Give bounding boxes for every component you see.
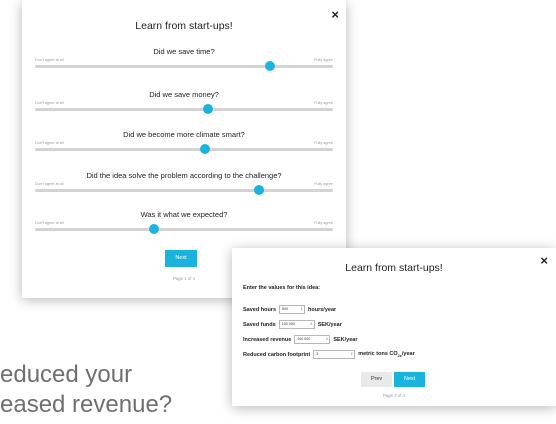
slider-track[interactable] <box>35 224 333 234</box>
slider-thumb[interactable] <box>202 104 213 114</box>
spinner-icon[interactable]: ⇕ <box>310 321 313 328</box>
slider-track[interactable] <box>35 104 333 114</box>
input-value: 100 000 <box>281 322 295 326</box>
saved-hours-input[interactable]: 500 ⇕ <box>279 305 306 314</box>
slider-thumb[interactable] <box>149 224 160 234</box>
question-text: Did the idea solve the problem according… <box>86 171 282 180</box>
scale-left-label: Don't agree at all <box>35 101 64 105</box>
page-indicator: Page 3 of 4 <box>383 393 405 398</box>
question-save-time: Did we save time? Don't agree at all Ful… <box>35 47 333 75</box>
field-label: Saved hours <box>243 306 277 313</box>
scale-left-label: Don't agree at all <box>35 141 64 145</box>
slider-thumb[interactable] <box>265 61 276 71</box>
input-value: 3 <box>316 352 319 356</box>
question-save-money: Did we save money? Don't agree at all Fu… <box>35 90 333 118</box>
background-text: educed your eased revenue? <box>0 360 172 420</box>
next-button[interactable]: Next <box>394 372 425 387</box>
field-unit: metric tons CO2e/year <box>358 351 415 358</box>
scale-right-label: Fully agree <box>314 182 333 186</box>
background-text-line-1: educed your <box>0 361 133 388</box>
values-dialog: × Learn from start-ups! Enter the values… <box>232 248 556 406</box>
carbon-footprint-input[interactable]: 3 ⇕ <box>313 350 356 359</box>
input-value: 200 000 <box>297 337 311 341</box>
scale-right-label: Fully agree <box>314 58 333 62</box>
unit-suffix: /year <box>401 350 415 357</box>
slider-thumb[interactable] <box>199 144 210 154</box>
spinner-icon[interactable]: ⇕ <box>300 306 303 313</box>
field-carbon-footprint: Reduced carbon footprint 3 ⇕ metric tons… <box>243 350 415 359</box>
question-climate-smart: Did we become more climate smart? Don't … <box>35 130 333 158</box>
scale-right-label: Fully agree <box>314 141 333 145</box>
prev-button[interactable]: Prev <box>361 372 392 387</box>
unit-main: metric tons CO <box>358 350 398 357</box>
question-text: Did we become more climate smart? <box>123 130 245 139</box>
field-unit: SEK/year <box>317 321 342 328</box>
scale-right-label: Fully agree <box>314 221 333 225</box>
scale-left-label: Don't agree at all <box>35 58 64 62</box>
question-text: Did we save time? <box>153 47 215 56</box>
increased-revenue-input[interactable]: 200 000 ⇕ <box>294 335 331 344</box>
spinner-icon[interactable]: ⇕ <box>350 351 353 358</box>
saved-funds-input[interactable]: 100 000 ⇕ <box>278 320 315 329</box>
next-button[interactable]: Next <box>165 250 197 267</box>
scale-left-label: Don't agree at all <box>35 221 64 225</box>
field-saved-hours: Saved hours 500 ⇕ hours/year <box>243 305 336 314</box>
slider-thumb[interactable] <box>253 185 264 195</box>
field-label: Reduced carbon footprint <box>243 351 311 358</box>
field-label: Increased revenue <box>243 336 292 343</box>
field-label: Saved funds <box>243 321 276 328</box>
dialog-title: Learn from start-ups! <box>135 20 233 32</box>
slider-track[interactable] <box>35 185 333 195</box>
question-text: Was it what we expected? <box>140 210 228 219</box>
question-text: Did we save money? <box>149 90 219 99</box>
field-unit: SEK/year <box>333 336 358 343</box>
dialog-title: Learn from start-ups! <box>345 262 443 274</box>
field-increased-revenue: Increased revenue 200 000 ⇕ SEK/year <box>243 335 357 344</box>
field-unit: hours/year <box>308 306 337 313</box>
field-saved-funds: Saved funds 100 000 ⇕ SEK/year <box>243 320 342 329</box>
scale-left-label: Don't agree at all <box>35 182 64 186</box>
spinner-icon[interactable]: ⇕ <box>325 336 328 343</box>
slider-track[interactable] <box>35 144 333 154</box>
form-intro: Enter the values for this idea: <box>243 285 321 291</box>
question-expected: Was it what we expected? Don't agree at … <box>35 210 333 238</box>
background-text-line-2: eased revenue? <box>0 391 173 418</box>
slider-track[interactable] <box>35 61 333 71</box>
scale-right-label: Fully agree <box>314 101 333 105</box>
question-solve-problem: Did the idea solve the problem according… <box>35 171 333 199</box>
input-value: 500 <box>282 307 289 311</box>
